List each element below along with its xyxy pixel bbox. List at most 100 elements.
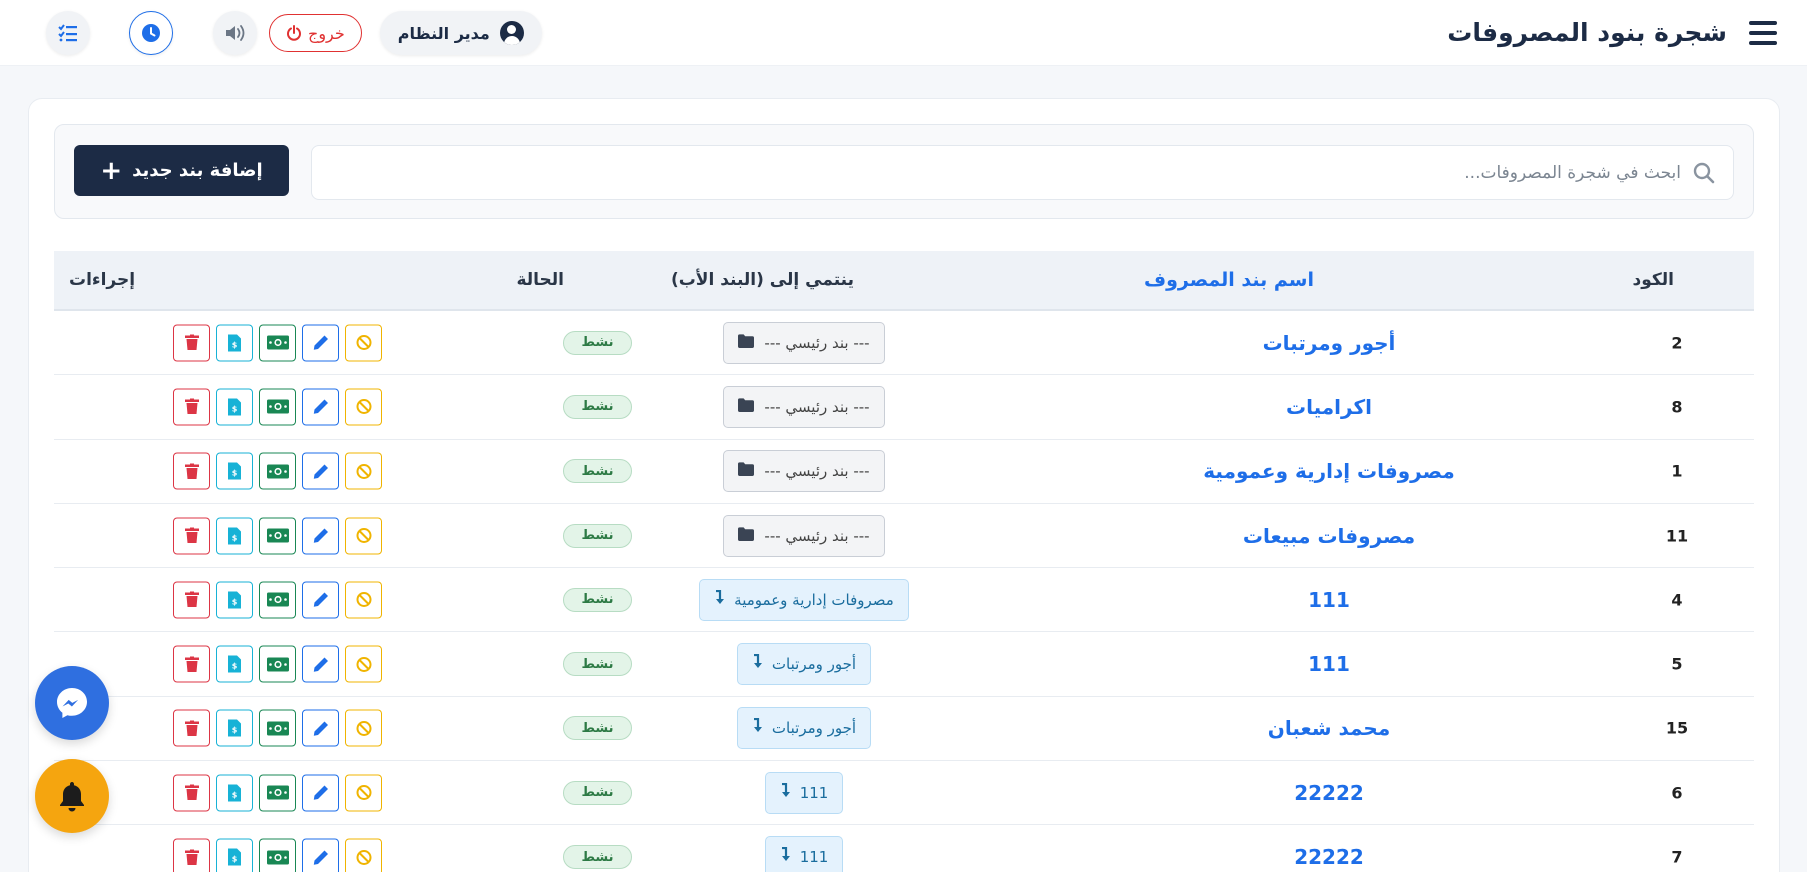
disable-button[interactable] <box>345 517 382 555</box>
column-code[interactable]: الكود <box>1633 270 1674 290</box>
delete-button[interactable] <box>173 581 210 619</box>
invoice-button[interactable]: $ <box>216 388 253 426</box>
status-badge: نشط <box>563 587 632 612</box>
edit-icon <box>313 785 329 801</box>
row-name-link[interactable]: اكراميات <box>1129 395 1529 419</box>
search-input[interactable] <box>312 162 1681 183</box>
edit-button[interactable] <box>302 388 339 426</box>
notifications-button[interactable] <box>35 759 109 833</box>
edit-button[interactable] <box>302 581 339 619</box>
delete-button[interactable] <box>173 838 210 872</box>
table-row: 6 22222 111 نشط $ <box>54 761 1754 826</box>
disable-button[interactable] <box>345 645 382 683</box>
money-button[interactable] <box>259 645 296 683</box>
money-button[interactable] <box>259 517 296 555</box>
disable-button[interactable] <box>345 388 382 426</box>
money-button[interactable] <box>259 838 296 872</box>
delete-icon <box>184 849 199 865</box>
delete-icon <box>184 784 199 801</box>
row-name-link[interactable]: مصروفات مبيعات <box>1129 524 1529 548</box>
row-code: 7 <box>1671 847 1683 867</box>
folder-icon <box>738 462 755 480</box>
invoice-icon: $ <box>228 784 241 802</box>
disable-button[interactable] <box>345 452 382 490</box>
money-button[interactable] <box>259 388 296 426</box>
disable-icon <box>356 335 372 351</box>
svg-text:$: $ <box>232 469 238 478</box>
delete-button[interactable] <box>173 517 210 555</box>
edit-button[interactable] <box>302 645 339 683</box>
money-icon <box>266 657 289 672</box>
delete-button[interactable] <box>173 324 210 362</box>
svg-text:$: $ <box>232 404 238 413</box>
edit-button[interactable] <box>302 517 339 555</box>
disable-button[interactable] <box>345 774 382 812</box>
money-button[interactable] <box>259 774 296 812</box>
money-button[interactable] <box>259 709 296 747</box>
delete-button[interactable] <box>173 452 210 490</box>
parent-label: 111 <box>799 783 829 802</box>
disable-button[interactable] <box>345 324 382 362</box>
invoice-button[interactable]: $ <box>216 774 253 812</box>
svg-text:$: $ <box>232 855 238 864</box>
edit-button[interactable] <box>302 324 339 362</box>
money-button[interactable] <box>259 452 296 490</box>
row-name-link[interactable]: 22222 <box>1129 845 1529 869</box>
disable-button[interactable] <box>345 709 382 747</box>
edit-button[interactable] <box>302 838 339 872</box>
row-name-link[interactable]: أجور ومرتبات <box>1129 331 1529 355</box>
invoice-button[interactable]: $ <box>216 581 253 619</box>
money-button[interactable] <box>259 324 296 362</box>
row-status: نشط <box>563 523 632 548</box>
invoice-button[interactable]: $ <box>216 452 253 490</box>
table-row: 1 مصروفات إدارية وعمومية --- بند رئيسي -… <box>54 440 1754 504</box>
clock-icon[interactable] <box>129 11 173 55</box>
menu-icon[interactable] <box>1749 20 1777 45</box>
column-status[interactable]: الحالة <box>516 270 564 290</box>
row-name-link[interactable]: مصروفات إدارية وعمومية <box>1129 459 1529 483</box>
delete-button[interactable] <box>173 388 210 426</box>
edit-button[interactable] <box>302 452 339 490</box>
edit-icon <box>313 335 329 351</box>
row-name-link[interactable]: 22222 <box>1129 781 1529 805</box>
delete-button[interactable] <box>173 709 210 747</box>
disable-button[interactable] <box>345 581 382 619</box>
row-actions: $ <box>173 452 382 490</box>
svg-text:$: $ <box>232 790 238 799</box>
add-item-button[interactable]: إضافة بند جديد + <box>74 145 289 196</box>
delete-button[interactable] <box>173 645 210 683</box>
table-row: 4 111 مصروفات إدارية وعمومية نشط $ <box>54 568 1754 633</box>
search-box[interactable] <box>311 145 1734 200</box>
edit-button[interactable] <box>302 774 339 812</box>
row-name-link[interactable]: 111 <box>1129 652 1529 676</box>
invoice-button[interactable]: $ <box>216 324 253 362</box>
row-name-link[interactable]: محمد شعبان <box>1129 716 1529 740</box>
task-list-icon[interactable] <box>46 11 90 55</box>
delete-icon <box>184 527 199 544</box>
volume-icon[interactable] <box>213 11 257 55</box>
invoice-button[interactable]: $ <box>216 709 253 747</box>
disable-icon <box>356 656 372 672</box>
parent-label: --- بند رئيسي --- <box>764 526 870 545</box>
row-parent: --- بند رئيسي --- <box>614 321 994 364</box>
logout-button[interactable]: خروج <box>269 14 362 52</box>
messenger-button[interactable] <box>35 666 109 740</box>
user-menu[interactable]: مدير النظام <box>379 11 542 55</box>
delete-button[interactable] <box>173 774 210 812</box>
money-icon <box>266 592 289 607</box>
column-name[interactable]: اسم بند المصروف <box>1144 269 1314 291</box>
disable-icon <box>356 785 372 801</box>
invoice-button[interactable]: $ <box>216 838 253 872</box>
disable-button[interactable] <box>345 838 382 872</box>
money-button[interactable] <box>259 581 296 619</box>
svg-text:$: $ <box>232 597 238 606</box>
row-name-link[interactable]: 111 <box>1129 588 1529 612</box>
main-card: إضافة بند جديد + الكود اسم بند المصروف ي… <box>28 98 1780 872</box>
invoice-button[interactable]: $ <box>216 645 253 683</box>
invoice-button[interactable]: $ <box>216 517 253 555</box>
row-parent: --- بند رئيسي --- <box>614 385 994 428</box>
edit-icon <box>313 399 329 415</box>
column-parent[interactable]: ينتمي إلى (البند الأب) <box>671 270 854 290</box>
edit-button[interactable] <box>302 709 339 747</box>
parent-item-badge: مصروفات إدارية وعمومية <box>699 578 909 621</box>
